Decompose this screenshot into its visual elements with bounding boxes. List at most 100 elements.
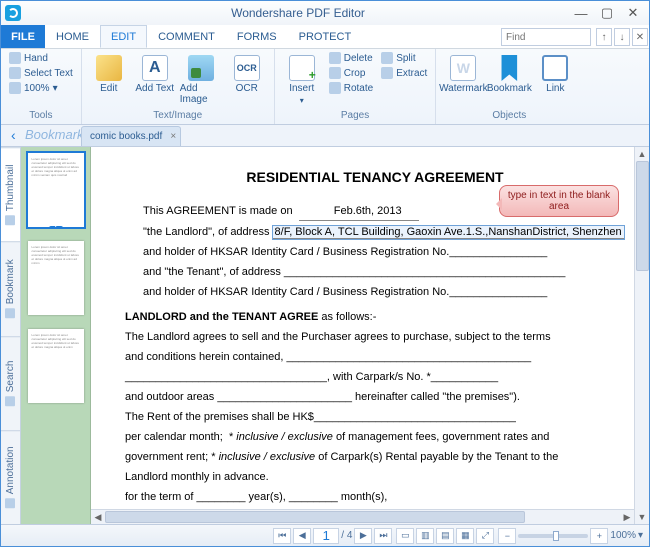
zoom-level[interactable]: 100%▾ xyxy=(7,81,75,95)
ocr-icon: OCR xyxy=(234,55,260,81)
extract-icon xyxy=(381,67,393,79)
scroll-down-icon[interactable]: ▼ xyxy=(635,510,649,524)
hand-tool[interactable]: Hand xyxy=(7,51,75,65)
add-text-icon: A xyxy=(142,55,168,81)
callout-tooltip: type in text in the blank area xyxy=(499,185,619,217)
link-button[interactable]: Link xyxy=(534,51,576,94)
maximize-button[interactable]: ▢ xyxy=(595,5,619,21)
watermark-icon: W xyxy=(450,55,476,81)
ocr-button[interactable]: OCROCR xyxy=(226,51,268,94)
side-tab-strip: Thumbnail Bookmark Search Annotation xyxy=(1,147,21,524)
thumbnail-page-1[interactable]: Lorem ipsum dolor sit amet consectetur a… xyxy=(28,153,84,227)
app-window: Wondershare PDF Editor — ▢ ✕ FILE HOME E… xyxy=(0,0,650,547)
horizontal-scrollbar[interactable]: ◀ ▶ xyxy=(91,509,634,524)
find-close-button[interactable]: ✕ xyxy=(632,28,648,46)
annotation-icon xyxy=(6,498,16,508)
scroll-thumb[interactable] xyxy=(636,161,649,271)
link-icon xyxy=(542,55,568,81)
view-mode-2[interactable]: ▥ xyxy=(416,528,434,544)
scroll-right-icon[interactable]: ▶ xyxy=(620,510,634,524)
find-next-button[interactable]: ↓ xyxy=(614,28,630,46)
bookmark-icon xyxy=(6,308,16,318)
split-page[interactable]: Split xyxy=(379,51,429,65)
ribbon-group-pages: Insert▾ Delete Crop Rotate Split Extract… xyxy=(275,49,437,124)
close-button[interactable]: ✕ xyxy=(621,5,645,21)
tab-comment[interactable]: COMMENT xyxy=(147,25,226,48)
minimize-button[interactable]: — xyxy=(569,5,593,21)
scroll-up-icon[interactable]: ▲ xyxy=(635,147,649,161)
sidetab-thumbnail[interactable]: Thumbnail xyxy=(1,147,20,241)
select-text-tool[interactable]: Select Text xyxy=(7,66,75,80)
thumbnail-page-3[interactable]: Lorem ipsum dolor sit amet consectetur a… xyxy=(28,329,84,403)
page-total: / 4 xyxy=(341,530,352,541)
view-mode-4[interactable]: ▦ xyxy=(456,528,474,544)
first-page-button[interactable]: ⏮ xyxy=(273,528,291,544)
file-menu[interactable]: FILE xyxy=(1,25,45,48)
add-image-button[interactable]: Add Image xyxy=(180,51,222,105)
status-bar: ⏮ ◀ / 4 ▶ ⏭ ▭ ▥ ▤ ▦ ⤢ − + 100% ▾ xyxy=(1,524,649,546)
tab-forms[interactable]: FORMS xyxy=(226,25,288,48)
document-tab[interactable]: comic books.pdf × xyxy=(81,126,181,146)
last-page-button[interactable]: ⏭ xyxy=(374,528,392,544)
search-icon xyxy=(6,396,16,406)
insert-icon xyxy=(289,55,315,81)
split-icon xyxy=(381,52,393,64)
title-bar: Wondershare PDF Editor — ▢ ✕ xyxy=(1,1,649,25)
hscroll-thumb[interactable] xyxy=(105,511,525,523)
chevron-down-icon: ▾ xyxy=(300,96,304,105)
ribbon-group-text-image: Edit AAdd Text Add Image OCROCR Text/Ima… xyxy=(82,49,275,124)
thumbnail-icon xyxy=(6,215,16,225)
ribbon: Hand Select Text 100%▾ Tools Edit AAdd T… xyxy=(1,49,649,125)
delete-page[interactable]: Delete xyxy=(327,51,375,65)
typed-address[interactable]: 8/F, Block A, TCL Building, Gaoxin Ave.1… xyxy=(273,226,624,239)
ribbon-group-tools: Hand Select Text 100%▾ Tools xyxy=(1,49,82,124)
delete-icon xyxy=(329,52,341,64)
prev-page-button[interactable]: ◀ xyxy=(293,528,311,544)
sidetab-annotation[interactable]: Annotation xyxy=(1,430,20,524)
rotate-page[interactable]: Rotate xyxy=(327,81,375,95)
find-prev-button[interactable]: ↑ xyxy=(596,28,612,46)
insert-page-button[interactable]: Insert▾ xyxy=(281,51,323,105)
thumbnail-page-2[interactable]: Lorem ipsum dolor sit amet consectetur a… xyxy=(28,241,84,315)
zoom-in-button[interactable]: + xyxy=(590,528,608,544)
vertical-scrollbar[interactable]: ▲ ▼ xyxy=(634,147,649,524)
document-tab-bar: ‹ Bookmark comic books.pdf × xyxy=(1,125,649,147)
close-tab-icon[interactable]: × xyxy=(170,131,176,142)
edit-button[interactable]: Edit xyxy=(88,51,130,94)
tab-edit[interactable]: EDIT xyxy=(100,25,147,48)
sidetab-search[interactable]: Search xyxy=(1,336,20,430)
zoom-value: 100% xyxy=(610,530,636,541)
add-text-button[interactable]: AAdd Text xyxy=(134,51,176,94)
bookmark-button[interactable]: Bookmark xyxy=(488,51,530,94)
app-title: Wondershare PDF Editor xyxy=(27,6,569,20)
crop-page[interactable]: Crop xyxy=(327,66,375,80)
page-nav: ⏮ ◀ / 4 ▶ ⏭ xyxy=(273,528,392,544)
document-view[interactable]: type in text in the blank area RESIDENTI… xyxy=(91,147,649,524)
zoom-slider-handle[interactable] xyxy=(553,531,559,541)
typed-date[interactable]: Feb.6th, 2013 xyxy=(299,203,419,221)
zoom-dropdown[interactable]: ▾ xyxy=(638,530,643,541)
find-input[interactable] xyxy=(501,28,591,46)
thumbnail-panel: Lorem ipsum dolor sit amet consectetur a… xyxy=(21,147,91,524)
extract-page[interactable]: Extract xyxy=(379,66,429,80)
view-modes: ▭ ▥ ▤ ▦ ⤢ xyxy=(396,528,494,544)
sidetab-bookmark[interactable]: Bookmark xyxy=(1,241,20,335)
scroll-left-icon[interactable]: ◀ xyxy=(91,510,105,524)
panel-back-button[interactable]: ‹ xyxy=(11,124,16,146)
view-mode-3[interactable]: ▤ xyxy=(436,528,454,544)
chevron-down-icon: ▾ xyxy=(53,83,58,94)
view-mode-1[interactable]: ▭ xyxy=(396,528,414,544)
page-number-input[interactable] xyxy=(313,528,339,544)
ribbon-group-objects: WWatermark Bookmark Link Objects xyxy=(436,49,582,124)
zoom-slider[interactable] xyxy=(518,534,588,538)
zoom-out-button[interactable]: − xyxy=(498,528,516,544)
watermark-button[interactable]: WWatermark xyxy=(442,51,484,94)
workspace: Thumbnail Bookmark Search Annotation Lor… xyxy=(1,147,649,524)
next-page-button[interactable]: ▶ xyxy=(354,528,372,544)
view-mode-fullscreen[interactable]: ⤢ xyxy=(476,528,494,544)
edit-icon xyxy=(96,55,122,81)
tab-home[interactable]: HOME xyxy=(45,25,100,48)
add-image-icon xyxy=(188,55,214,81)
crop-icon xyxy=(329,67,341,79)
tab-protect[interactable]: PROTECT xyxy=(288,25,363,48)
